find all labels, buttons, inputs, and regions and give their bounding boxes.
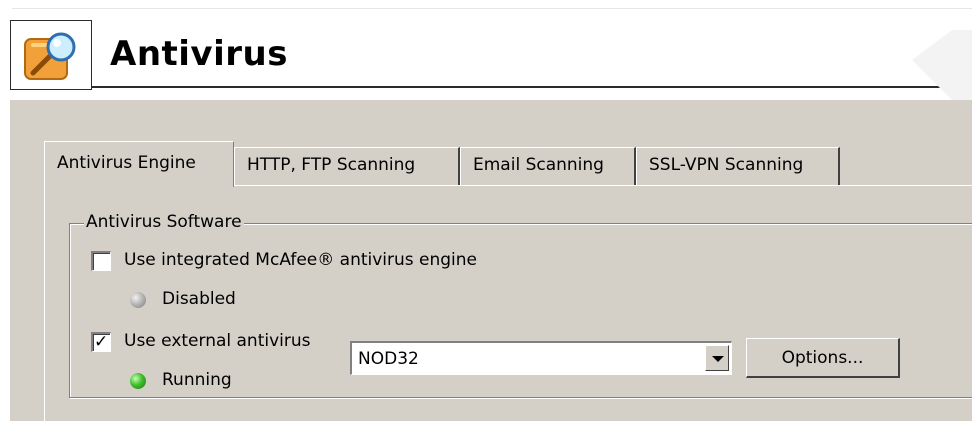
external-antivirus-checkbox[interactable]: ✓ — [91, 332, 111, 352]
tab-label: SSL-VPN Scanning — [649, 155, 804, 175]
header-divider — [12, 8, 972, 9]
corner-decoration — [912, 30, 972, 100]
antivirus-software-group: Antivirus Software Use integrated McAfee… — [69, 212, 972, 398]
options-button[interactable]: Options... — [746, 338, 900, 378]
integrated-engine-checkbox[interactable] — [91, 251, 111, 271]
select-value: NOD32 — [358, 349, 419, 369]
tab-content: Antivirus Software Use integrated McAfee… — [44, 185, 972, 421]
tab-email-scanning[interactable]: Email Scanning — [460, 147, 636, 185]
checkmark-icon: ✓ — [94, 332, 109, 352]
dropdown-arrow-icon[interactable] — [705, 345, 729, 371]
settings-panel: Antivirus Engine HTTP, FTP Scanning Emai… — [10, 100, 972, 421]
disabled-status-icon — [130, 292, 146, 308]
external-antivirus-select[interactable]: NOD32 — [350, 341, 732, 375]
page-header: Antivirus — [0, 0, 972, 100]
tab-antivirus-engine[interactable]: Antivirus Engine — [44, 141, 234, 187]
header-icon-frame — [10, 20, 92, 90]
tab-label: HTTP, FTP Scanning — [247, 155, 416, 175]
group-legend: Antivirus Software — [84, 212, 244, 232]
integrated-status-text: Disabled — [162, 289, 236, 309]
title-underline — [92, 86, 972, 88]
tab-label: Email Scanning — [473, 155, 604, 175]
antivirus-search-icon — [24, 32, 76, 80]
tab-label: Antivirus Engine — [57, 153, 196, 173]
running-status-icon — [130, 373, 146, 389]
page-title: Antivirus — [110, 34, 288, 74]
external-antivirus-label[interactable]: Use external antivirus — [124, 331, 311, 351]
external-status-text: Running — [162, 370, 232, 390]
tab-ssl-vpn-scanning[interactable]: SSL-VPN Scanning — [636, 147, 840, 185]
tab-http-ftp-scanning[interactable]: HTTP, FTP Scanning — [234, 147, 460, 185]
integrated-engine-label[interactable]: Use integrated McAfee® antivirus engine — [124, 250, 477, 270]
